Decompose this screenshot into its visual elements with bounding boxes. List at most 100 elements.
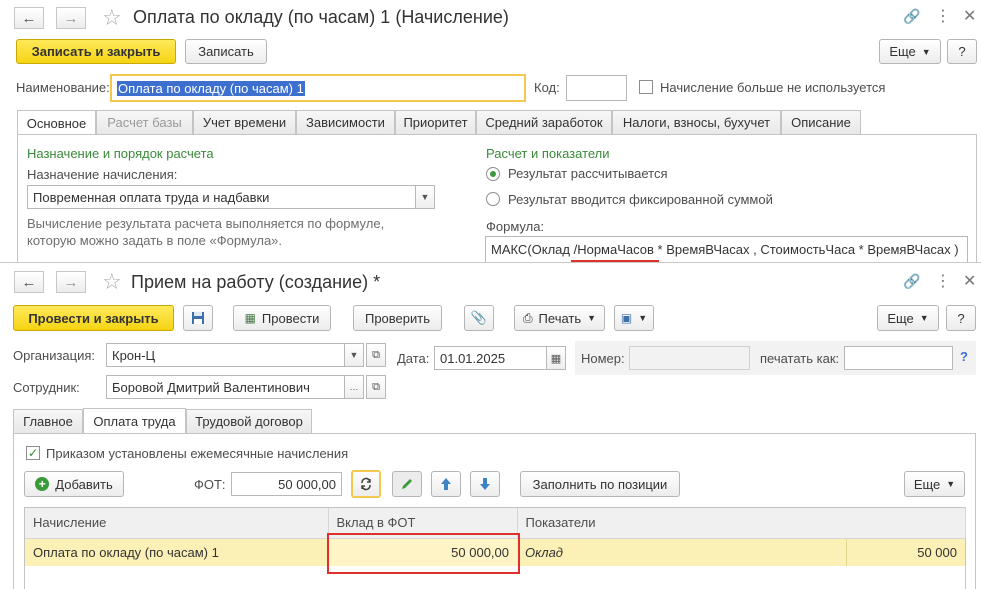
- ellipsis-icon[interactable]: …: [344, 375, 364, 399]
- window-title: Оплата по окладу (по часам) 1 (Начислени…: [133, 7, 509, 27]
- post-icon: ▦: [244, 311, 256, 325]
- chevron-down-icon: ▼: [919, 313, 929, 323]
- number-label: Номер:: [581, 351, 625, 366]
- more-label: Еще: [887, 310, 914, 326]
- tab-time-accounting[interactable]: Учет времени: [193, 110, 296, 134]
- monthly-accruals-label: Приказом установлены ежемесячные начисле…: [46, 446, 349, 461]
- post-button[interactable]: ▦ Провести: [233, 305, 331, 331]
- tab-taxes[interactable]: Налоги, взносы, бухучет: [612, 110, 781, 134]
- tab-average-earnings[interactable]: Средний заработок: [476, 110, 612, 134]
- fill-by-position-button[interactable]: Заполнить по позиции: [520, 471, 680, 497]
- tab-base-calc[interactable]: Расчет базы: [96, 110, 193, 134]
- more-button[interactable]: Еще ▼: [879, 39, 941, 64]
- star-icon[interactable]: ☆: [102, 5, 122, 31]
- post-close-button[interactable]: Провести и закрыть: [13, 305, 174, 331]
- column-header-indicators[interactable]: Показатели: [517, 508, 966, 539]
- chevron-down-icon: ▼: [638, 313, 648, 323]
- open-icon[interactable]: ⧉: [366, 343, 386, 367]
- cell-accrual[interactable]: Оплата по окладу (по часам) 1: [25, 538, 328, 566]
- more-label: Еще: [889, 44, 916, 59]
- date-label: Дата:: [397, 351, 430, 366]
- move-up-icon[interactable]: [431, 471, 461, 497]
- cell-indicator[interactable]: Оклад: [517, 538, 847, 566]
- hint-line-2: которую можно задать в поле «Формула».: [27, 233, 283, 248]
- chevron-down-icon[interactable]: ▼: [415, 185, 435, 209]
- name-value: Оплата по окладу (по часам) 1: [117, 80, 305, 96]
- not-used-label: Начисление больше не используется: [660, 80, 886, 95]
- help-button[interactable]: ?: [947, 39, 977, 64]
- save-button[interactable]: Записать: [185, 39, 267, 64]
- more-button[interactable]: Еще ▼: [877, 305, 939, 331]
- hint-line-1: Вычисление результата расчета выполняетс…: [27, 216, 385, 231]
- documents-icon: ▣: [620, 311, 633, 325]
- fot-input[interactable]: 50 000,00: [231, 472, 342, 496]
- radio-calculated-label: Результат рассчитывается: [508, 166, 668, 181]
- number-input[interactable]: [629, 346, 750, 370]
- print-label: Печать: [538, 310, 582, 326]
- star-icon[interactable]: ☆: [102, 269, 122, 295]
- forward-arrow-icon[interactable]: →: [56, 7, 86, 29]
- save-icon[interactable]: [183, 305, 213, 331]
- formula-label: Формула:: [486, 219, 545, 234]
- tab-description[interactable]: Описание: [781, 110, 861, 134]
- window-title: Прием на работу (создание) *: [131, 272, 381, 292]
- refresh-icon[interactable]: [351, 470, 381, 498]
- radio-calculated[interactable]: [486, 167, 500, 181]
- print-as-label: печатать как:: [760, 351, 840, 366]
- close-icon[interactable]: ✕: [963, 271, 976, 291]
- code-label: Код:: [534, 80, 560, 95]
- save-close-button[interactable]: Записать и закрыть: [16, 39, 176, 64]
- grid-more-button[interactable]: Еще ▼: [904, 471, 965, 497]
- add-button[interactable]: + Добавить: [24, 471, 124, 497]
- cell-indicator-value[interactable]: 50 000: [846, 538, 965, 566]
- organization-input[interactable]: Крон-Ц: [106, 343, 345, 367]
- forward-arrow-icon[interactable]: →: [56, 271, 86, 293]
- open-icon[interactable]: ⧉: [366, 375, 386, 399]
- code-input[interactable]: [566, 75, 627, 101]
- tab-labor-contract[interactable]: Трудовой договор: [186, 409, 312, 433]
- chevron-down-icon: ▼: [946, 479, 956, 489]
- chevron-down-icon: ▼: [921, 46, 931, 57]
- contribution-highlight-box: [327, 533, 520, 574]
- back-arrow-icon[interactable]: ←: [14, 271, 44, 293]
- radio-fixed-label: Результат вводится фиксированной суммой: [508, 192, 773, 207]
- purpose-select[interactable]: Повременная оплата труда и надбавки: [27, 185, 416, 209]
- paperclip-icon[interactable]: 📎: [464, 305, 494, 331]
- tab-payment[interactable]: Оплата труда: [83, 408, 186, 434]
- print-as-input[interactable]: [844, 346, 953, 370]
- calendar-icon[interactable]: ▦: [546, 346, 566, 370]
- print-button[interactable]: ⎙ Печать ▼: [514, 305, 605, 331]
- check-button[interactable]: Проверить: [353, 305, 442, 331]
- tab-main[interactable]: Главное: [13, 409, 83, 433]
- tab-main[interactable]: Основное: [17, 110, 96, 135]
- help-link[interactable]: ?: [960, 349, 968, 364]
- tab-dependencies[interactable]: Зависимости: [296, 110, 395, 134]
- not-used-checkbox[interactable]: [639, 80, 653, 94]
- calc-header: Расчет и показатели: [486, 146, 610, 161]
- move-down-icon[interactable]: [470, 471, 500, 497]
- employee-label: Сотрудник:: [13, 380, 80, 395]
- column-header-accrual[interactable]: Начисление: [25, 508, 329, 539]
- employee-input[interactable]: Боровой Дмитрий Валентинович: [106, 375, 345, 399]
- kebab-menu-icon[interactable]: ⋮: [935, 271, 951, 291]
- back-arrow-icon[interactable]: ←: [14, 7, 44, 29]
- radio-fixed[interactable]: [486, 192, 500, 206]
- link-icon[interactable]: 🔗: [903, 8, 920, 25]
- post-label: Провести: [261, 310, 320, 326]
- name-label: Наименование:: [16, 80, 110, 95]
- monthly-accruals-checkbox[interactable]: ✓: [26, 446, 40, 460]
- kebab-menu-icon[interactable]: ⋮: [935, 6, 951, 26]
- related-docs-button[interactable]: ▣ ▼: [614, 305, 654, 331]
- help-button[interactable]: ?: [946, 305, 976, 331]
- close-icon[interactable]: ✕: [963, 6, 976, 26]
- name-input[interactable]: Оплата по окладу (по часам) 1: [110, 74, 526, 102]
- link-icon[interactable]: 🔗: [903, 273, 920, 290]
- accrual-window: ← → ☆ Оплата по окладу (по часам) 1 (Нач…: [0, 0, 981, 262]
- plus-icon: +: [35, 477, 50, 491]
- formula-input[interactable]: МАКС(Оклад /НормаЧасов * ВремяВЧасах , С…: [485, 236, 968, 262]
- date-input[interactable]: 01.01.2025: [434, 346, 547, 370]
- chevron-down-icon[interactable]: ▼: [344, 343, 364, 367]
- tab-priority[interactable]: Приоритет: [395, 110, 476, 134]
- organization-label: Организация:: [13, 348, 96, 363]
- pencil-icon[interactable]: [392, 471, 422, 497]
